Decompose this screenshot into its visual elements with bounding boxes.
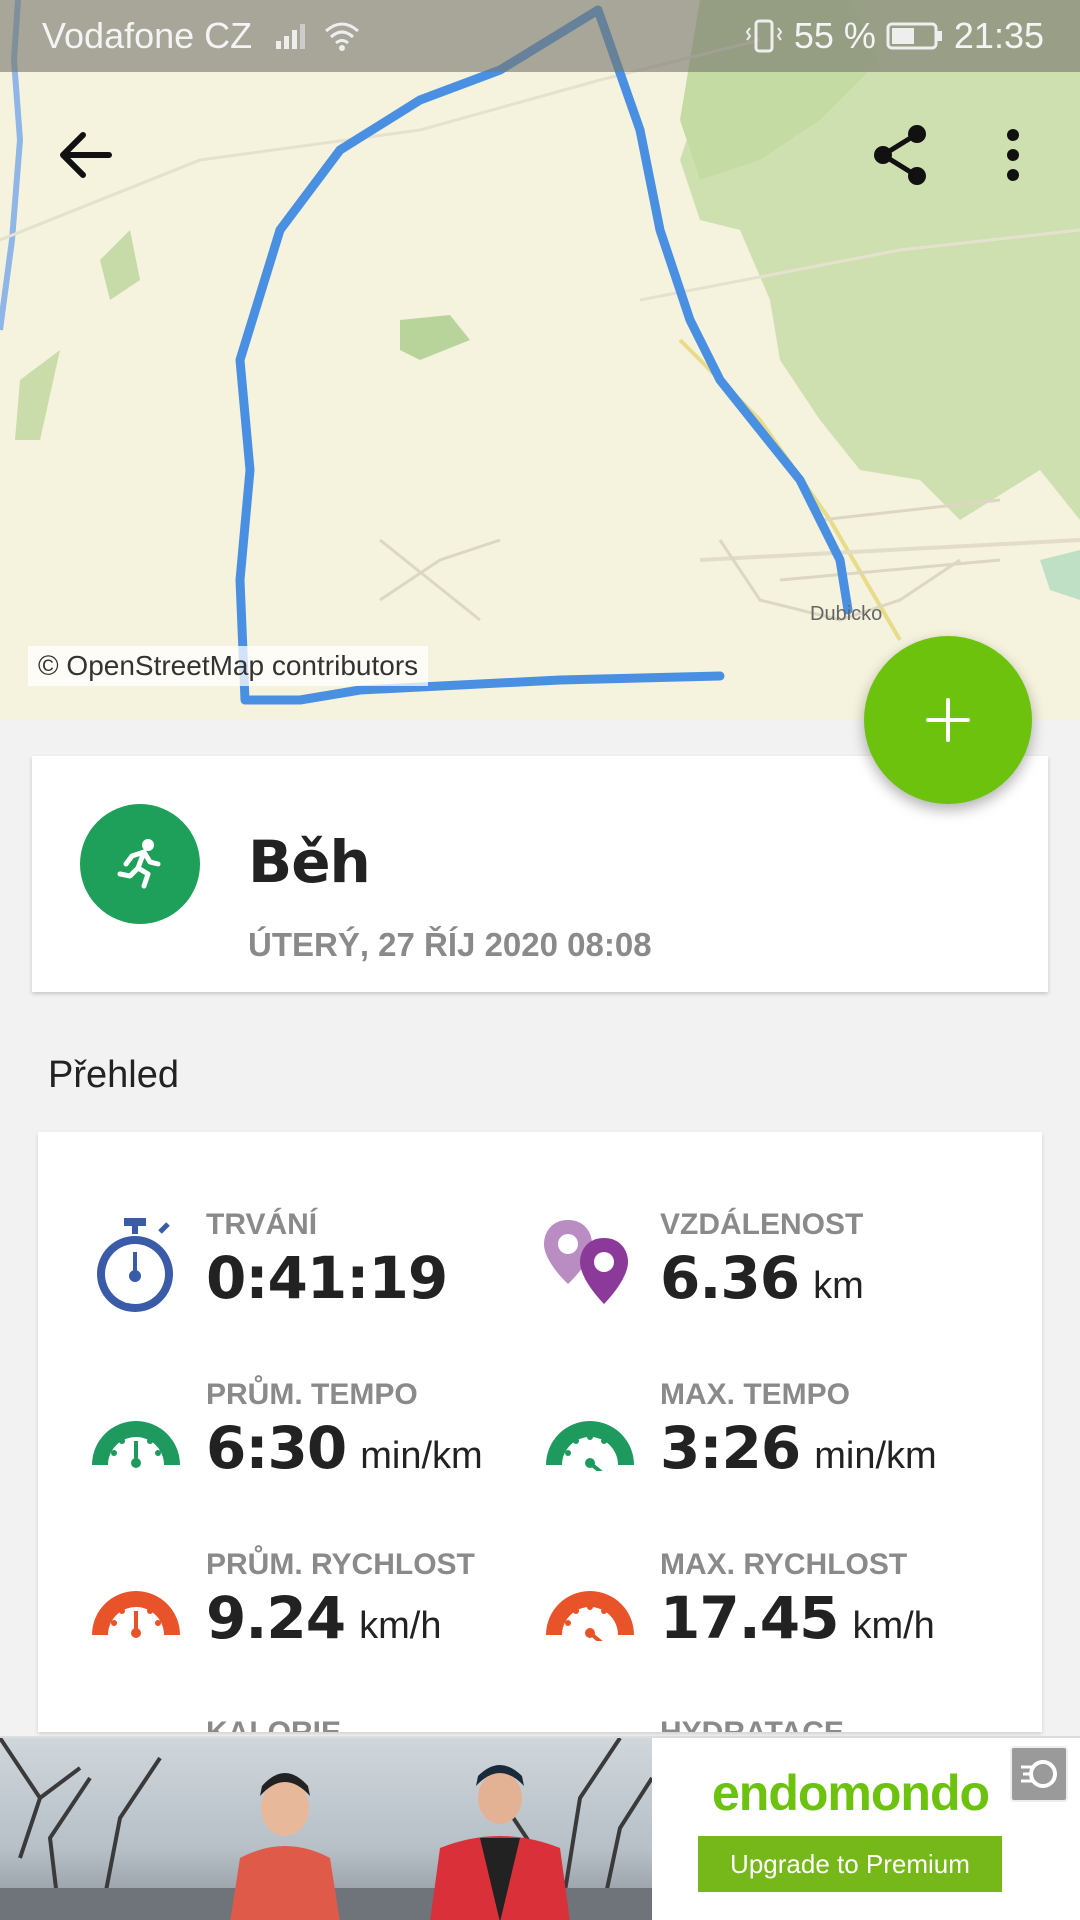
map-attribution: © OpenStreetMap contributors (28, 646, 429, 686)
stat-value: 6:30 min/km (206, 1414, 483, 1482)
carrier-name: Vodafone CZ (42, 15, 253, 56)
back-button[interactable] (40, 110, 130, 200)
stat-max-pace: MAX. TEMPO 3:26 min/km (540, 1378, 1010, 1508)
gauge-icon (540, 1386, 640, 1486)
signal-icon (276, 24, 306, 49)
map-place-label: Dubicko (810, 603, 882, 625)
stat-number: 17.45 (660, 1584, 839, 1652)
speedometer-icon (540, 1556, 640, 1656)
stat-number: 0:41:19 (206, 1244, 448, 1312)
stat-unit: km/h (359, 1605, 442, 1647)
activity-card: Běh ÚTERÝ, 27 ŘÍJ 2020 08:08 (32, 756, 1048, 992)
overview-title: Přehled (48, 1054, 179, 1096)
ad-photo (0, 1738, 652, 1920)
gauge-icon (86, 1386, 186, 1486)
stat-label: PRŮM. RYCHLOST (206, 1548, 475, 1581)
stat-label: MAX. RYCHLOST (660, 1548, 908, 1581)
map-pins-icon (540, 1216, 640, 1316)
more-options-button[interactable] (968, 110, 1058, 200)
status-bar: Vodafone CZ 55 % 21:35 (0, 0, 1080, 72)
map-tiles: Dubicko (0, 0, 1080, 720)
stat-label: VZDÁLENOST (660, 1208, 864, 1241)
stat-calories: KALORIE (86, 1716, 556, 1732)
ad-banner[interactable]: endomondo Upgrade to Premium (0, 1736, 1080, 1920)
stat-value: 3:26 min/km (660, 1414, 937, 1482)
stat-unit: min/km (360, 1435, 483, 1477)
upgrade-button[interactable]: Upgrade to Premium (698, 1836, 1002, 1892)
status-right: 55 % 21:35 (744, 15, 1044, 57)
add-button[interactable] (864, 636, 1032, 804)
more-vert-icon (1007, 129, 1019, 181)
stat-label: PRŮM. TEMPO (206, 1378, 418, 1411)
stat-duration: TRVÁNÍ 0:41:19 (86, 1208, 556, 1338)
arrow-left-icon (60, 132, 112, 178)
route-map[interactable]: Dubicko © OpenStreetMap contributors (0, 0, 1080, 720)
stat-label: KALORIE (206, 1716, 341, 1732)
stat-label: HYDRATACE (660, 1716, 844, 1732)
ad-brand: endomondo (712, 1765, 990, 1821)
wifi-icon (325, 22, 360, 51)
workout-date: ÚTERÝ, 27 ŘÍJ 2020 08:08 (248, 926, 652, 963)
stat-number: 6.36 (660, 1244, 800, 1312)
plus-icon (926, 698, 970, 742)
stat-hydration: HYDRATACE (540, 1716, 1010, 1732)
stats-card: TRVÁNÍ 0:41:19 VZDÁLENOST 6.36 km PRŮM. … (38, 1132, 1042, 1732)
stat-number: 6:30 (206, 1414, 347, 1482)
sport-icon-badge (80, 804, 200, 924)
speedometer-icon (86, 1556, 186, 1656)
stat-unit: km (813, 1265, 864, 1307)
stopwatch-icon (86, 1216, 186, 1316)
share-icon (874, 125, 926, 185)
endomondo-app-icon[interactable] (1010, 1746, 1068, 1802)
stat-max-speed: MAX. RYCHLOST 17.45 km/h (540, 1548, 1010, 1678)
stat-value: 6.36 km (660, 1244, 864, 1312)
stat-label: TRVÁNÍ (206, 1208, 318, 1241)
share-button[interactable] (856, 110, 946, 200)
stat-avg-speed: PRŮM. RYCHLOST 9.24 km/h (86, 1548, 556, 1678)
stat-avg-pace: PRŮM. TEMPO 6:30 min/km (86, 1378, 556, 1508)
sport-name: Běh (248, 828, 371, 896)
vibrate-icon (745, 19, 783, 53)
battery-icon (886, 22, 942, 50)
stat-value: 9.24 km/h (206, 1584, 441, 1652)
running-icon (117, 839, 161, 889)
stat-unit: min/km (814, 1435, 937, 1477)
stat-number: 9.24 (206, 1584, 346, 1652)
signal-indicators (274, 19, 362, 53)
battery-percent: 55 % (793, 15, 876, 56)
stat-label: MAX. TEMPO (660, 1378, 851, 1411)
stat-value: 0:41:19 (206, 1244, 448, 1312)
stat-number: 3:26 (660, 1414, 801, 1482)
stat-unit: km/h (852, 1605, 935, 1647)
stat-distance: VZDÁLENOST 6.36 km (540, 1208, 1010, 1338)
stat-value: 17.45 km/h (660, 1584, 935, 1652)
clock: 21:35 (953, 15, 1044, 56)
